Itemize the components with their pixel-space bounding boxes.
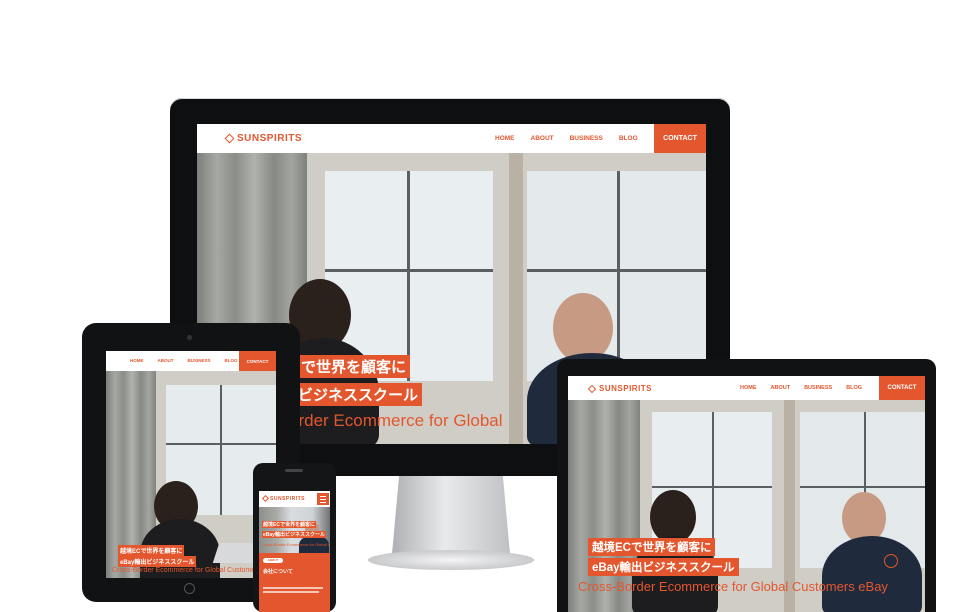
hamburger-menu-icon[interactable] [317, 493, 329, 505]
hero-heading-line1: 越境ECで世界を顧客に [262, 521, 316, 528]
nav-blog[interactable]: BLOG [619, 135, 638, 142]
man-body [822, 536, 922, 612]
nav-business[interactable]: BUSINESS [804, 385, 832, 391]
hero-heading-line1: 越境ECで世界を顧客に [118, 545, 185, 556]
about-text-line [263, 591, 319, 593]
diamond-logo-icon [587, 384, 597, 394]
window-pillar [509, 153, 523, 444]
hero-heading-line1: 越境ECで世界を顧客に [588, 538, 716, 556]
window-frame [166, 443, 276, 445]
phone-navbar: SUNSPIRITS [259, 491, 330, 507]
laptop-logo[interactable]: SUNSPIRITS [587, 384, 652, 394]
window-frame [325, 269, 493, 272]
about-heading: 会社について [263, 569, 293, 575]
contact-button[interactable]: CONTACT [654, 124, 706, 153]
nav-business[interactable]: BUSINESS [188, 358, 211, 363]
hero-heading-line2: eBay輸出ビジネススクール [118, 556, 197, 567]
diamond-logo-icon [261, 495, 270, 503]
hero-subheading: Cross-Border Ecommerce for Global Custom… [578, 579, 888, 594]
tablet-camera [187, 335, 192, 340]
window-frame [220, 385, 222, 515]
contact-button[interactable]: CONTACT [879, 376, 925, 400]
tablet-nav-links: HOME ABOUT BUSINESS BLOG [130, 358, 238, 363]
monitor-stand-base [368, 550, 534, 570]
laptop-hero-image: 越境ECで世界を顧客に eBay輸出ビジネススクール Cross-Border … [568, 400, 925, 612]
nav-about[interactable]: ABOUT [531, 135, 554, 142]
laptop-screen: SUNSPIRITS HOME ABOUT BUSINESS BLOG CONT… [568, 376, 925, 612]
monitor-stand-neck [392, 476, 510, 554]
tablet-screen: HOME ABOUT BUSINESS BLOG CONTACT 越境ECで世界… [106, 351, 276, 578]
tablet-hero-image: 越境ECで世界を顧客に eBay輸出ビジネススクール Cross-Border … [106, 371, 276, 578]
laptop-navbar: SUNSPIRITS HOME ABOUT BUSINESS BLOG CONT… [568, 376, 925, 400]
phone-screen: SUNSPIRITS 越境ECで世界を顧客に eBay輸出ビジネススクール Cr… [259, 491, 330, 612]
scroll-down-circle-icon[interactable] [884, 554, 898, 568]
window-frame [407, 171, 410, 381]
phone-speaker [285, 469, 303, 472]
hero-heading-line2: 出ビジネススクール [279, 383, 423, 406]
phone-logo[interactable]: SUNSPIRITS [261, 495, 305, 503]
hero-heading-line2: eBay輸出ビジネススクール [262, 531, 326, 538]
hero-subheading: Cross-Border Ecommerce for Global Custom… [112, 567, 261, 574]
hero-heading-line2: eBay輸出ビジネススクール [588, 558, 739, 576]
window-frame [800, 486, 925, 488]
phone-about-section: ABOUT 会社について [259, 553, 330, 612]
nav-business[interactable]: BUSINESS [570, 135, 603, 142]
tablet-navbar: HOME ABOUT BUSINESS BLOG CONTACT [106, 351, 276, 371]
tablet-home-button[interactable] [184, 583, 195, 594]
monitor-navbar: SUNSPIRITS HOME ABOUT BUSINESS BLOG CONT… [197, 124, 706, 153]
nav-home[interactable]: HOME [130, 358, 144, 363]
nav-home[interactable]: HOME [495, 135, 515, 142]
window-frame [617, 171, 620, 381]
nav-blog[interactable]: BLOG [846, 385, 862, 391]
nav-blog[interactable]: BLOG [225, 358, 238, 363]
phone-hero-image: 越境ECで世界を顧客に eBay輸出ビジネススクール Cross-Border … [259, 507, 330, 553]
hero-heading-line1: で世界を顧客に [297, 355, 411, 378]
about-pill-button[interactable]: ABOUT [263, 558, 283, 563]
window-frame [527, 269, 706, 272]
about-text-line [263, 587, 323, 589]
laptop-nav-links: HOME ABOUT BUSINESS BLOG [740, 385, 862, 391]
monitor-logo[interactable]: SUNSPIRITS [224, 133, 302, 144]
window-frame [652, 486, 772, 488]
contact-button[interactable]: CONTACT [239, 351, 276, 371]
monitor-nav-links: HOME ABOUT BUSINESS BLOG [495, 135, 638, 142]
nav-home[interactable]: HOME [740, 385, 757, 391]
diamond-logo-icon [224, 133, 235, 144]
hero-subheading: Cross-Border Ecommerce for Global Custom… [262, 542, 330, 547]
nav-about[interactable]: ABOUT [771, 385, 791, 391]
nav-about[interactable]: ABOUT [158, 358, 174, 363]
hero-subheading: order Ecommerce for Global [289, 411, 503, 430]
